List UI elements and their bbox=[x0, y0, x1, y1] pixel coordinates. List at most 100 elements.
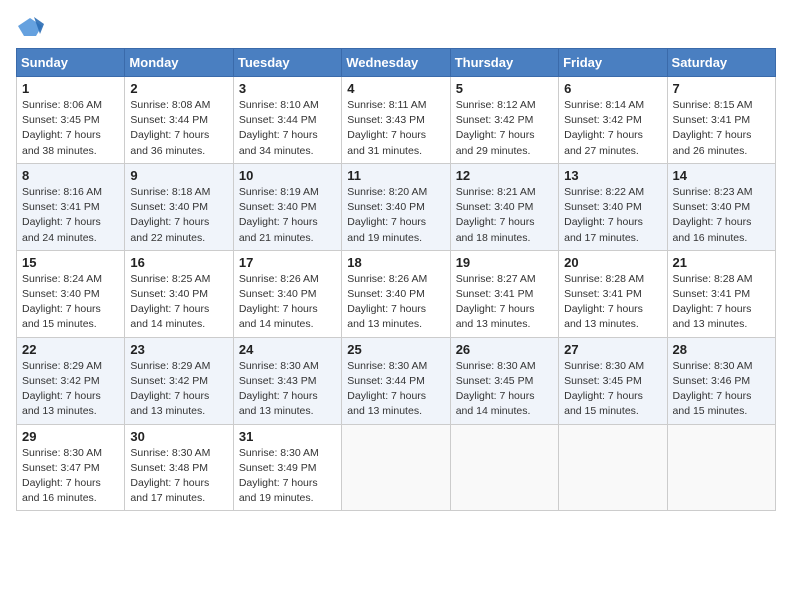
day-info: Sunrise: 8:30 AM Sunset: 3:47 PM Dayligh… bbox=[22, 447, 102, 505]
day-number: 7 bbox=[673, 81, 770, 96]
weekday-header: Monday bbox=[125, 49, 233, 77]
header bbox=[16, 16, 776, 38]
calendar-cell bbox=[667, 424, 775, 511]
calendar-cell: 16Sunrise: 8:25 AM Sunset: 3:40 PM Dayli… bbox=[125, 250, 233, 337]
day-info: Sunrise: 8:15 AM Sunset: 3:41 PM Dayligh… bbox=[673, 99, 753, 157]
day-number: 9 bbox=[130, 168, 227, 183]
day-number: 17 bbox=[239, 255, 336, 270]
day-info: Sunrise: 8:30 AM Sunset: 3:43 PM Dayligh… bbox=[239, 360, 319, 418]
calendar-cell: 22 Sunrise: 8:29 AM Sunset: 3:42 PM Dayli… bbox=[17, 337, 125, 424]
day-info: Sunrise: 8:29 AM Sunset: 3:42 PM Dayligh… bbox=[22, 360, 102, 418]
day-info: Sunrise: 8:25 AM Sunset: 3:40 PM Dayligh… bbox=[130, 273, 210, 331]
day-info: Sunrise: 8:30 AM Sunset: 3:45 PM Dayligh… bbox=[456, 360, 536, 418]
weekday-header: Sunday bbox=[17, 49, 125, 77]
day-number: 3 bbox=[239, 81, 336, 96]
day-info: Sunrise: 8:30 AM Sunset: 3:46 PM Dayligh… bbox=[673, 360, 753, 418]
day-info: Sunrise: 8:27 AM Sunset: 3:41 PM Dayligh… bbox=[456, 273, 536, 331]
calendar-cell: 12 Sunrise: 8:21 AM Sunset: 3:40 PM Dayli… bbox=[450, 163, 558, 250]
day-number: 10 bbox=[239, 168, 336, 183]
calendar-cell bbox=[559, 424, 667, 511]
calendar-cell: 14Sunrise: 8:23 AM Sunset: 3:40 PM Dayli… bbox=[667, 163, 775, 250]
calendar-cell: 8 Sunrise: 8:16 AM Sunset: 3:41 PM Daylig… bbox=[17, 163, 125, 250]
calendar-cell: 31 Sunrise: 8:30 AM Sunset: 3:49 PM Dayli… bbox=[233, 424, 341, 511]
calendar-cell bbox=[450, 424, 558, 511]
day-number: 26 bbox=[456, 342, 553, 357]
day-info: Sunrise: 8:20 AM Sunset: 3:40 PM Dayligh… bbox=[347, 186, 427, 244]
day-number: 30 bbox=[130, 429, 227, 444]
day-number: 25 bbox=[347, 342, 444, 357]
day-info: Sunrise: 8:30 AM Sunset: 3:49 PM Dayligh… bbox=[239, 447, 319, 505]
day-number: 21 bbox=[673, 255, 770, 270]
day-number: 28 bbox=[673, 342, 770, 357]
weekday-header: Friday bbox=[559, 49, 667, 77]
day-number: 23 bbox=[130, 342, 227, 357]
day-info: Sunrise: 8:30 AM Sunset: 3:48 PM Dayligh… bbox=[130, 447, 210, 505]
day-number: 1 bbox=[22, 81, 119, 96]
day-info: Sunrise: 8:29 AM Sunset: 3:42 PM Dayligh… bbox=[130, 360, 210, 418]
day-number: 31 bbox=[239, 429, 336, 444]
calendar-cell: 15 Sunrise: 8:24 AM Sunset: 3:40 PM Dayli… bbox=[17, 250, 125, 337]
weekday-header: Tuesday bbox=[233, 49, 341, 77]
day-info: Sunrise: 8:12 AM Sunset: 3:42 PM Dayligh… bbox=[456, 99, 536, 157]
calendar-cell: 10 Sunrise: 8:19 AM Sunset: 3:40 PM Dayli… bbox=[233, 163, 341, 250]
calendar-cell: 4 Sunrise: 8:11 AM Sunset: 3:43 PM Daylig… bbox=[342, 77, 450, 164]
day-number: 8 bbox=[22, 168, 119, 183]
day-number: 13 bbox=[564, 168, 661, 183]
weekday-header: Wednesday bbox=[342, 49, 450, 77]
calendar: SundayMondayTuesdayWednesdayThursdayFrid… bbox=[16, 48, 776, 511]
calendar-cell: 20 Sunrise: 8:28 AM Sunset: 3:41 PM Dayli… bbox=[559, 250, 667, 337]
calendar-cell: 30 Sunrise: 8:30 AM Sunset: 3:48 PM Dayli… bbox=[125, 424, 233, 511]
calendar-cell: 24Sunrise: 8:30 AM Sunset: 3:43 PM Dayli… bbox=[233, 337, 341, 424]
day-info: Sunrise: 8:10 AM Sunset: 3:44 PM Dayligh… bbox=[239, 99, 319, 157]
day-number: 5 bbox=[456, 81, 553, 96]
day-number: 15 bbox=[22, 255, 119, 270]
calendar-cell: 17 Sunrise: 8:26 AM Sunset: 3:40 PM Dayli… bbox=[233, 250, 341, 337]
day-info: Sunrise: 8:21 AM Sunset: 3:40 PM Dayligh… bbox=[456, 186, 536, 244]
calendar-cell: 26 Sunrise: 8:30 AM Sunset: 3:45 PM Dayli… bbox=[450, 337, 558, 424]
calendar-cell: 19 Sunrise: 8:27 AM Sunset: 3:41 PM Dayli… bbox=[450, 250, 558, 337]
day-number: 19 bbox=[456, 255, 553, 270]
logo bbox=[16, 16, 48, 38]
calendar-cell: 11 Sunrise: 8:20 AM Sunset: 3:40 PM Dayli… bbox=[342, 163, 450, 250]
day-number: 29 bbox=[22, 429, 119, 444]
day-info: Sunrise: 8:28 AM Sunset: 3:41 PM Dayligh… bbox=[673, 273, 753, 331]
day-info: Sunrise: 8:28 AM Sunset: 3:41 PM Dayligh… bbox=[564, 273, 644, 331]
day-number: 22 bbox=[22, 342, 119, 357]
day-info: Sunrise: 8:08 AM Sunset: 3:44 PM Dayligh… bbox=[130, 99, 210, 157]
calendar-cell bbox=[342, 424, 450, 511]
calendar-cell: 7 Sunrise: 8:15 AM Sunset: 3:41 PM Daylig… bbox=[667, 77, 775, 164]
day-number: 12 bbox=[456, 168, 553, 183]
day-info: Sunrise: 8:26 AM Sunset: 3:40 PM Dayligh… bbox=[347, 273, 427, 331]
calendar-cell: 23 Sunrise: 8:29 AM Sunset: 3:42 PM Dayli… bbox=[125, 337, 233, 424]
day-info: Sunrise: 8:22 AM Sunset: 3:40 PM Dayligh… bbox=[564, 186, 644, 244]
calendar-cell: 13 Sunrise: 8:22 AM Sunset: 3:40 PM Dayli… bbox=[559, 163, 667, 250]
day-info: Sunrise: 8:26 AM Sunset: 3:40 PM Dayligh… bbox=[239, 273, 319, 331]
day-info: Sunrise: 8:24 AM Sunset: 3:40 PM Dayligh… bbox=[22, 273, 102, 331]
calendar-cell: 1 Sunrise: 8:06 AM Sunset: 3:45 PM Daylig… bbox=[17, 77, 125, 164]
calendar-cell: 25 Sunrise: 8:30 AM Sunset: 3:44 PM Dayli… bbox=[342, 337, 450, 424]
logo-icon bbox=[16, 16, 44, 38]
day-number: 11 bbox=[347, 168, 444, 183]
day-number: 6 bbox=[564, 81, 661, 96]
calendar-cell: 29 Sunrise: 8:30 AM Sunset: 3:47 PM Dayli… bbox=[17, 424, 125, 511]
day-info: Sunrise: 8:11 AM Sunset: 3:43 PM Dayligh… bbox=[347, 99, 426, 157]
day-info: Sunrise: 8:18 AM Sunset: 3:40 PM Dayligh… bbox=[130, 186, 210, 244]
day-info: Sunrise: 8:06 AM Sunset: 3:45 PM Dayligh… bbox=[22, 99, 102, 157]
day-number: 20 bbox=[564, 255, 661, 270]
day-info: Sunrise: 8:23 AM Sunset: 3:40 PM Dayligh… bbox=[673, 186, 753, 244]
calendar-cell: 21 Sunrise: 8:28 AM Sunset: 3:41 PM Dayli… bbox=[667, 250, 775, 337]
day-info: Sunrise: 8:30 AM Sunset: 3:44 PM Dayligh… bbox=[347, 360, 427, 418]
day-number: 4 bbox=[347, 81, 444, 96]
calendar-cell: 2 Sunrise: 8:08 AM Sunset: 3:44 PM Daylig… bbox=[125, 77, 233, 164]
calendar-cell: 5 Sunrise: 8:12 AM Sunset: 3:42 PM Daylig… bbox=[450, 77, 558, 164]
day-info: Sunrise: 8:16 AM Sunset: 3:41 PM Dayligh… bbox=[22, 186, 102, 244]
day-number: 2 bbox=[130, 81, 227, 96]
weekday-header: Thursday bbox=[450, 49, 558, 77]
day-info: Sunrise: 8:14 AM Sunset: 3:42 PM Dayligh… bbox=[564, 99, 644, 157]
weekday-header: Saturday bbox=[667, 49, 775, 77]
day-info: Sunrise: 8:19 AM Sunset: 3:40 PM Dayligh… bbox=[239, 186, 319, 244]
day-number: 18 bbox=[347, 255, 444, 270]
calendar-cell: 6 Sunrise: 8:14 AM Sunset: 3:42 PM Daylig… bbox=[559, 77, 667, 164]
calendar-cell: 9 Sunrise: 8:18 AM Sunset: 3:40 PM Daylig… bbox=[125, 163, 233, 250]
calendar-cell: 18 Sunrise: 8:26 AM Sunset: 3:40 PM Dayli… bbox=[342, 250, 450, 337]
